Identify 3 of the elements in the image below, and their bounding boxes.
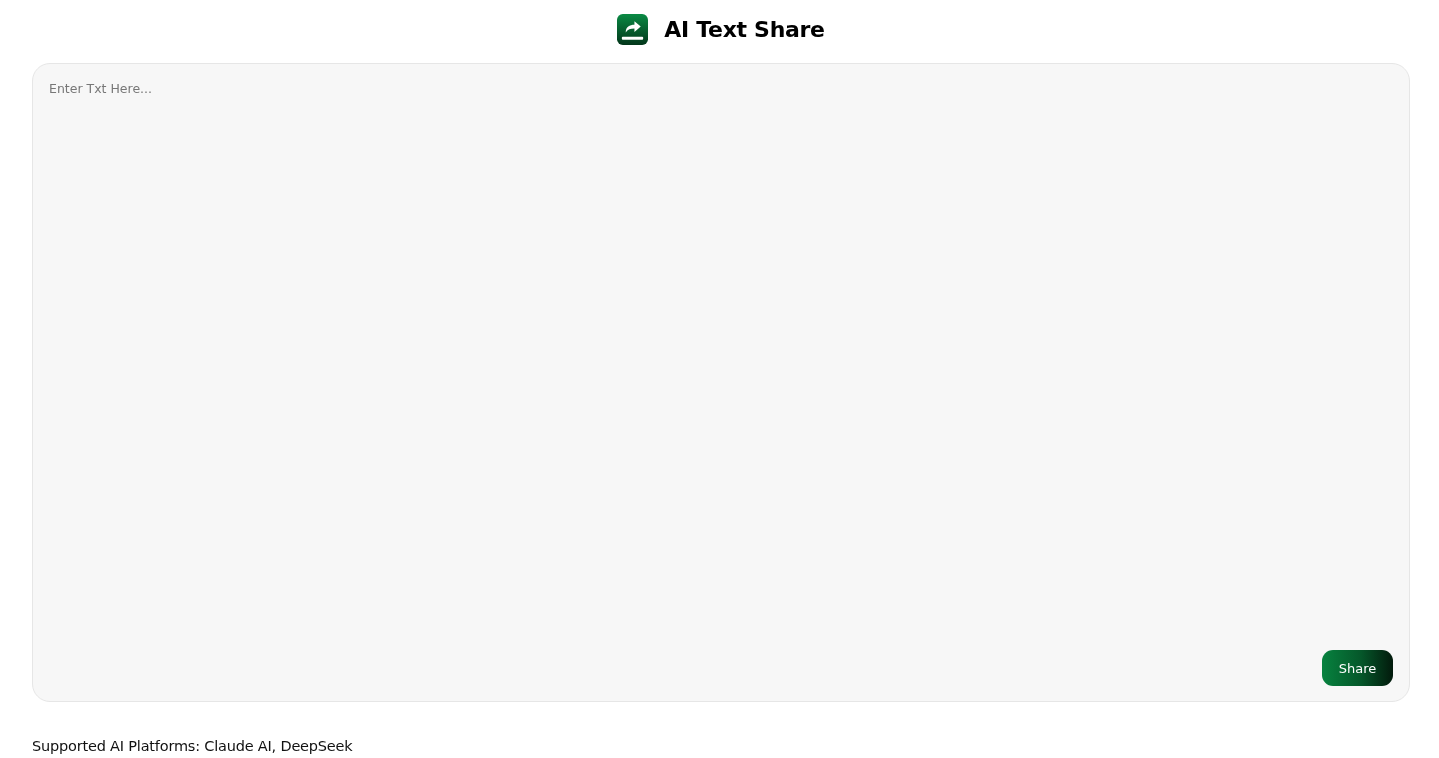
app-title: AI Text Share — [664, 16, 825, 44]
supported-platforms-text: Supported AI Platforms: Claude AI, DeepSeek — [32, 738, 353, 755]
share-button[interactable]: Share — [1322, 650, 1393, 687]
